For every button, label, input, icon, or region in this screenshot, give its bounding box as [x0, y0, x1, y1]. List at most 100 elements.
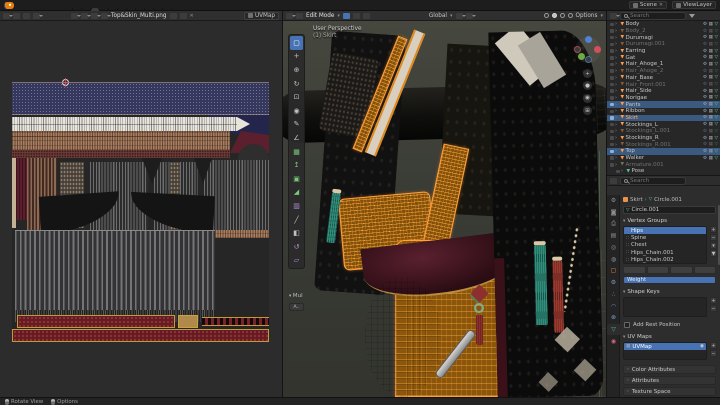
outliner-search[interactable]: [620, 11, 686, 20]
modifier-icon[interactable]: ⚙: [703, 89, 707, 94]
properties-tab-physics[interactable]: ◠: [607, 300, 620, 312]
outliner-item-hair-ahoge-2[interactable]: › ▼ Hair_Ahoge_2 ⚙ ▦ ▽: [607, 68, 720, 75]
weight-slider[interactable]: Weight: [623, 276, 716, 284]
tool-button[interactable]: ↺: [290, 240, 303, 254]
shape-keys-panel-header[interactable]: ▾ Shape Keys: [623, 289, 660, 295]
outliner-item-gat[interactable]: › ▼ Gat ⚙ ▦ ▽: [607, 54, 720, 61]
outliner-item-body-2[interactable]: › ▼ Body_2 ⚙ ▦ ▽: [607, 28, 720, 35]
camera-view-icon[interactable]: ◉: [583, 93, 592, 103]
expand-icon[interactable]: ›: [615, 148, 619, 154]
shape-keys-list[interactable]: [623, 297, 707, 317]
filter-icon[interactable]: [689, 13, 695, 18]
mesh-data-icon[interactable]: ▽: [714, 102, 718, 107]
expand-icon[interactable]: ›: [615, 135, 619, 141]
shading-wireframe-icon[interactable]: [543, 13, 549, 18]
outliner-item-pose[interactable]: ›▼Pose⚙▦▽: [607, 168, 720, 175]
mesh-data-icon[interactable]: ▽: [714, 35, 718, 40]
mode-selector[interactable]: Edit Mode: [306, 13, 334, 19]
tool-button[interactable]: ⊕: [290, 63, 303, 77]
tool-button[interactable]: ▦: [290, 145, 303, 159]
datablock-name-field[interactable]: ▽ Circle.001: [623, 206, 716, 214]
mesh-data-icon[interactable]: ▽: [714, 29, 718, 34]
properties-tab-render[interactable]: ◙: [607, 207, 620, 219]
button-assign[interactable]: [623, 266, 646, 274]
outliner-item-norigae[interactable]: › ▼ Norigae ⚙ ▦ ▽: [607, 95, 720, 102]
display-icon[interactable]: ▦: [709, 129, 713, 134]
redo-panel[interactable]: ▾ Mul A..: [289, 293, 304, 311]
expand-icon[interactable]: ›: [615, 122, 619, 128]
properties-tab-tool[interactable]: ⚙: [607, 195, 620, 207]
properties-tab-constraints[interactable]: ⊗: [607, 312, 620, 324]
tool-button[interactable]: ⊡: [290, 90, 303, 104]
modifier-icon[interactable]: ⚙: [703, 102, 707, 107]
button-deselect[interactable]: [693, 266, 716, 274]
uv-canvas[interactable]: [0, 21, 282, 397]
display-icon[interactable]: ▦: [709, 142, 713, 147]
display-icon[interactable]: ▦: [709, 55, 713, 60]
expand-icon[interactable]: ›: [615, 41, 619, 47]
properties-tab-particles[interactable]: ∴: [607, 289, 620, 301]
add-icon[interactable]: +: [710, 297, 717, 304]
uv-mode-dropdown-icon[interactable]: [33, 12, 43, 19]
viewport-canvas[interactable]: User Perspective (1) Skirt ▢ + ⊕ ↻ ⊡ ◉ ✎ ∠ ▦ ↥ ▣ ◢ ▥…: [283, 21, 606, 397]
close-icon[interactable]: ✕: [659, 2, 663, 8]
expand-icon[interactable]: ›: [621, 168, 625, 174]
modifier-icon[interactable]: ⚙: [703, 69, 707, 74]
mesh-data-icon[interactable]: ▽: [714, 156, 718, 161]
render-camera-icon[interactable]: ◉: [700, 344, 704, 349]
outliner-item-earring[interactable]: › ▼ Earring ⚙ ▦ ▽: [607, 48, 720, 55]
modifier-icon[interactable]: ⚙: [703, 156, 707, 161]
modifier-icon[interactable]: ⚙: [703, 122, 707, 127]
display-icon[interactable]: ▦: [709, 75, 713, 80]
rest-position-checkbox[interactable]: [624, 322, 630, 328]
mesh-data-icon[interactable]: ▽: [714, 142, 718, 147]
zoom-icon[interactable]: +: [583, 69, 592, 78]
tool-button[interactable]: ▢: [290, 36, 303, 50]
expand-icon[interactable]: ›: [615, 68, 619, 74]
outliner-item-hair-base[interactable]: › ▼ Hair_Base ⚙ ▦ ▽: [607, 75, 720, 82]
tool-button[interactable]: ▥: [290, 199, 303, 213]
editor-type-icon[interactable]: [286, 12, 296, 19]
mesh-data-icon[interactable]: ▽: [714, 149, 718, 154]
move-down-icon[interactable]: ▼: [710, 250, 717, 257]
axis-x-neg-icon[interactable]: [574, 46, 581, 53]
mesh-data-icon[interactable]: ▽: [714, 82, 718, 87]
outliner-item-hair-front-001[interactable]: › ▼ Hair_Front.001 ⚙ ▦ ▽: [607, 81, 720, 88]
mesh-data-icon[interactable]: ▽: [714, 55, 718, 60]
expand-icon[interactable]: ›: [615, 28, 619, 34]
image-name[interactable]: Top&Skin_Multi.png: [111, 13, 167, 19]
snap-magnet-icon[interactable]: [81, 12, 91, 19]
outliner-item-skirt[interactable]: › ▼ Skirt ⚙ ▦ ▽: [607, 114, 720, 122]
remove-icon[interactable]: −: [710, 234, 717, 241]
vertex-group-chest[interactable]: ∷ Chest: [624, 242, 706, 249]
view-layer-selector[interactable]: ViewLayer: [672, 1, 716, 9]
expand-icon[interactable]: ›: [615, 155, 619, 161]
uv-maps-panel-header[interactable]: ▾ UV Maps: [623, 334, 652, 340]
mesh-data-icon[interactable]: ▽: [714, 22, 718, 27]
breadcrumb-data[interactable]: Circle.001: [654, 197, 682, 203]
modifier-icon[interactable]: ⚙: [703, 35, 707, 40]
axis-y-icon[interactable]: [578, 53, 585, 60]
display-icon[interactable]: ▦: [709, 62, 713, 67]
vertex-select-icon[interactable]: [342, 12, 350, 19]
modifier-icon[interactable]: ⚙: [703, 109, 707, 114]
expand-icon[interactable]: ›: [615, 75, 619, 81]
shading-rendered-icon[interactable]: [567, 13, 573, 18]
open-image-icon[interactable]: [179, 12, 187, 19]
proportional-edit-icon[interactable]: [91, 12, 101, 19]
navigation-gizmo[interactable]: [574, 36, 601, 63]
modifier-icon[interactable]: ⚙: [703, 149, 707, 154]
mesh-data-icon[interactable]: ▽: [714, 122, 718, 127]
axis-z-icon[interactable]: [585, 36, 592, 43]
expand-icon[interactable]: ›: [615, 95, 619, 101]
modifier-icon[interactable]: ⚙: [703, 29, 707, 34]
outliner-item-durumagi[interactable]: › ▼ Durumagi ⚙ ▦ ▽: [607, 34, 720, 41]
pan-hand-icon[interactable]: ●: [583, 81, 592, 91]
mesh-data-icon[interactable]: ▽: [714, 62, 718, 67]
display-icon[interactable]: ▦: [709, 35, 713, 40]
button-select[interactable]: [670, 266, 693, 274]
specials-icon[interactable]: ▾: [710, 242, 717, 249]
outliner-item-body[interactable]: › ▼ Body ⚙ ▦ ▽: [607, 21, 720, 28]
properties-search[interactable]: [620, 176, 686, 185]
axis-z-neg-icon[interactable]: [585, 56, 592, 63]
